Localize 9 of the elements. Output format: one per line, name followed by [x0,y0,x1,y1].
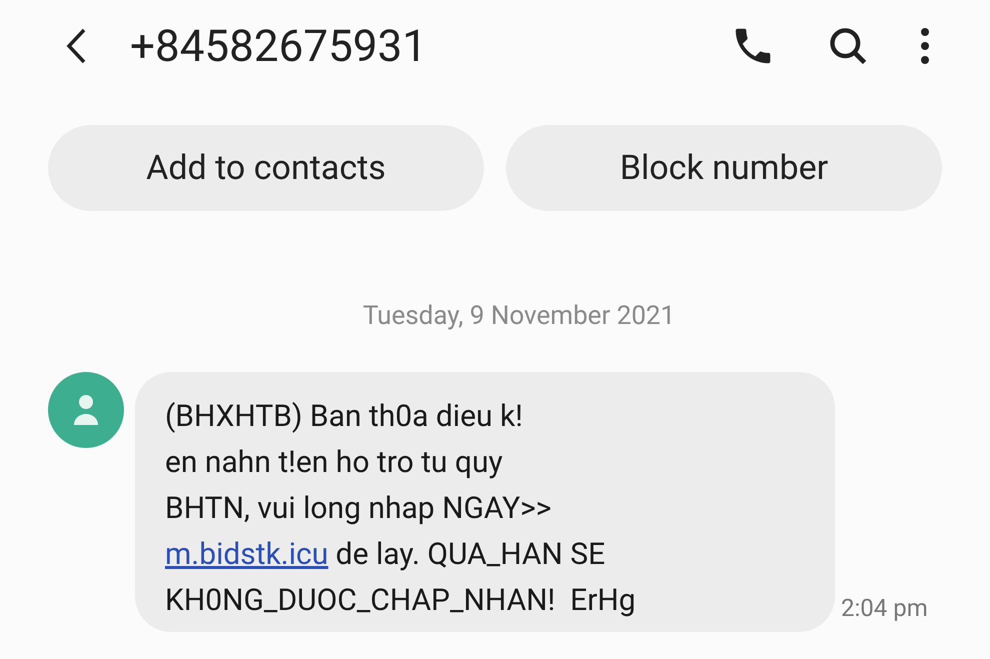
phone-number-title: +84582675931 [130,24,427,68]
person-icon [72,393,100,427]
message-link[interactable]: m.bidstk.icu [165,537,328,572]
more-options-icon[interactable] [920,26,930,66]
date-label: Tuesday, 9 November 2021 [362,300,676,333]
action-button[interactable]: Add to contacts [48,125,484,211]
action-button[interactable]: Block number [506,125,942,211]
message-text: (BHXHTB) Ban th0a dieu k! en nahn t!en ho tro tu quy BHTN, vui long nhap NGAY>> m.bidstk.icu de lay. QUA_HAN SE KH0NG_DUOC_CHAP_NHAN! ErHg [165,398,637,620]
message-time: 2:04 pm [841,593,928,624]
